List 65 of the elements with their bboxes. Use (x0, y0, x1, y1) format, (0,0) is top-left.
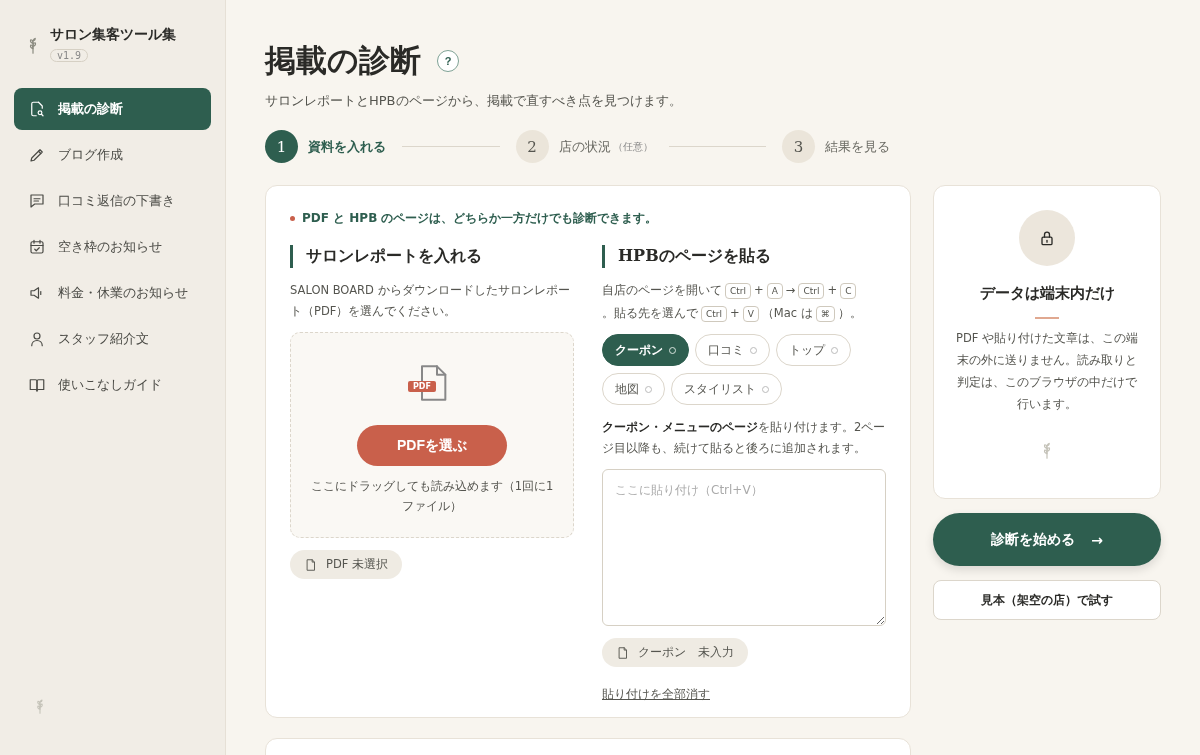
file-icon (616, 645, 630, 660)
tab-description: クーポン・メニューのページを貼り付けます。2ページ目以降も、続けて貼ると後ろに追加されます。 (602, 419, 886, 457)
lock-icon (1019, 210, 1075, 266)
sample-button[interactable]: 見本（架空の店）で試す (933, 580, 1161, 620)
book-icon (28, 376, 46, 394)
status-text: PDF 未選択 (326, 557, 389, 572)
step-number: 1 (265, 130, 298, 163)
section-heading: HPBのページを貼る (602, 245, 771, 268)
key-cap: Ctrl (798, 282, 825, 299)
notice-text: PDF と HPB のページは、どちらか一方だけでも診断できます。 (302, 210, 658, 227)
page-tab[interactable]: 地図 (602, 373, 665, 405)
help-button[interactable]: ? (437, 50, 459, 72)
key-cap: ⌘ (815, 305, 835, 322)
step-number: 3 (782, 130, 815, 163)
start-diagnosis-button[interactable]: 診断を始める → (933, 513, 1161, 566)
status-text: 未入力 (698, 645, 734, 660)
step-number: 2 (515, 130, 549, 163)
document-search-icon (28, 100, 46, 118)
drop-zone[interactable]: PDF PDFを選ぶ ここにドラッグしても読み込めます（1回に1ファイル） (290, 332, 574, 538)
file-icon (304, 557, 318, 572)
key-cap: Ctrl (725, 282, 751, 299)
step-label: 店の状況 (558, 137, 611, 156)
step-note: （任意） (612, 139, 653, 154)
step-label: 資料を入れる (308, 137, 386, 156)
drop-hint: ここにドラッグしても読み込めます（1回に1ファイル） (309, 478, 555, 515)
section-description: SALON BOARD からダウンロードしたサロンレポート（PDF）を選んでください。 (290, 282, 571, 320)
sidebar-item[interactable]: 使いこなしガイド (14, 364, 211, 406)
instruction-text: + (754, 282, 764, 299)
sidebar-item[interactable]: ブログ作成 (14, 134, 211, 176)
clear-link[interactable]: 貼り付けを全部消す (602, 687, 710, 702)
page-tab[interactable]: トップ (776, 334, 851, 366)
key-cap: A (766, 282, 783, 299)
instruction-text: （Mac は (761, 305, 813, 322)
step-label: 結果を見る (825, 137, 890, 156)
page-tab[interactable]: クーポン (602, 334, 689, 366)
key-cap: V (742, 305, 759, 322)
page-title: 掲載の診断 (265, 41, 421, 80)
sidebar-item[interactable]: スタッフ紹介文 (14, 318, 211, 360)
choose-pdf-button[interactable]: PDFを選ぶ (357, 425, 507, 466)
section-heading: サロンレポートを入れる (290, 245, 482, 268)
page-tab[interactable]: スタイリスト (671, 373, 782, 405)
app-title: サロン集客ツール集 (50, 26, 176, 44)
page-tab[interactable]: 口コミ (695, 334, 770, 366)
paste-field[interactable]: ここに貼り付け（Ctrl+V） (602, 469, 886, 626)
instruction-text: ）。 (837, 305, 862, 322)
privacy-text: PDF や貼り付けた文章は、この端末の外に送りません。読み取りと判定は、このブラウザの中だけで行います。 (954, 330, 1140, 413)
sidebar-item[interactable]: 料金・休業のお知らせ (14, 272, 211, 314)
privacy-title: データは端末内だけ (979, 284, 1115, 303)
key-cap: Ctrl (701, 305, 727, 322)
person-icon (28, 330, 46, 348)
instruction-text: 自店のページを開いて (602, 282, 722, 299)
chat-icon (28, 192, 46, 210)
sidebar-item[interactable]: 掲載の診断 (14, 88, 211, 130)
calendar-icon (28, 238, 46, 256)
page-subtitle: サロンレポートとHPBのページから、掲載で直すべき点を見つけます。 (265, 92, 683, 110)
bullet-icon (290, 216, 295, 221)
sidebar-item[interactable]: 口コミ返信の下書き (14, 180, 211, 222)
pencil-icon (28, 146, 46, 164)
instruction-text: 。貼る先を選んで (602, 305, 698, 322)
instruction-text: + (730, 305, 740, 322)
instruction-text: → (785, 282, 796, 299)
instruction-text: + (827, 282, 838, 299)
sidebar-item[interactable]: 空き枠のお知らせ (14, 226, 211, 268)
key-cap: C (840, 282, 857, 299)
status-label: クーポン (638, 645, 686, 660)
